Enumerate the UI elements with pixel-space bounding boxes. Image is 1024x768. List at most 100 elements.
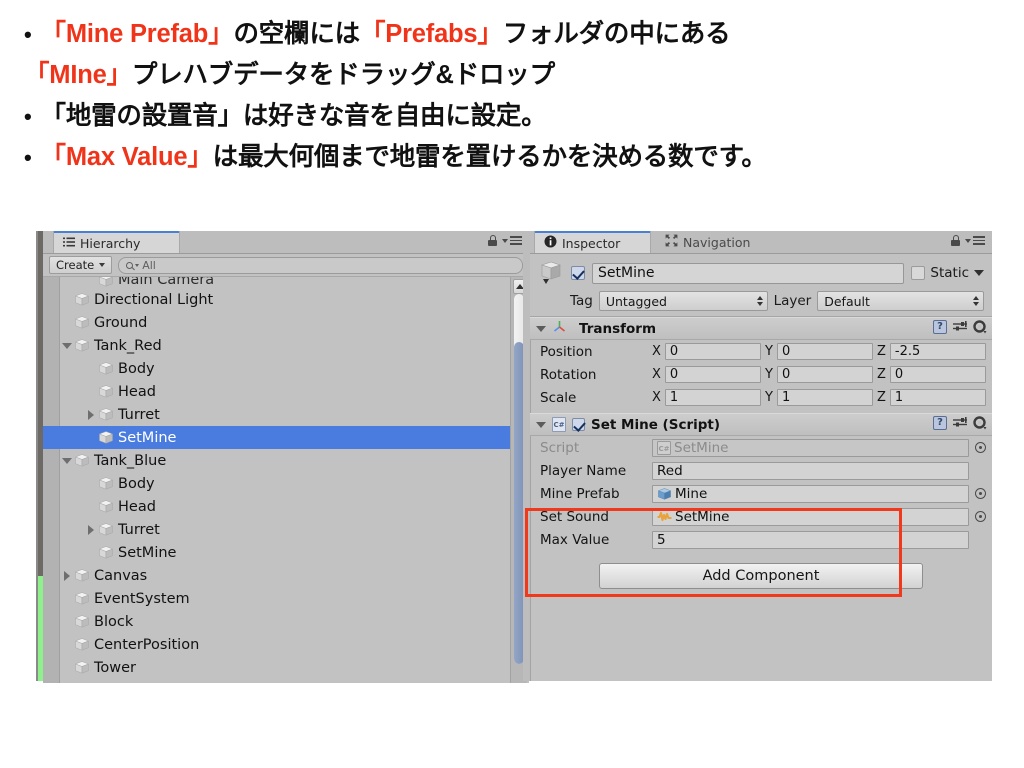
add-component-label: Add Component: [702, 568, 820, 584]
gear-icon[interactable]: [973, 416, 987, 430]
static-checkbox[interactable]: [911, 266, 926, 280]
list-item[interactable]: Head: [60, 495, 507, 518]
preset-icon[interactable]: [953, 320, 967, 334]
gameobject-name-input[interactable]: SetMine: [592, 262, 905, 284]
list-item[interactable]: Body: [60, 472, 507, 495]
list-item[interactable]: Turret: [60, 518, 507, 541]
list-item[interactable]: Directional Light: [60, 288, 507, 311]
text-input-player-name[interactable]: Red: [652, 461, 969, 480]
list-item[interactable]: Canvas: [60, 564, 507, 587]
list-item[interactable]: Ground: [60, 311, 507, 334]
lock-icon[interactable]: [951, 235, 960, 246]
list-item[interactable]: EventSystem: [60, 587, 507, 610]
object-field-mine-prefab[interactable]: Mine: [652, 484, 969, 503]
number-input-x[interactable]: 0: [664, 343, 761, 360]
gameobject-cube-icon: [74, 315, 90, 330]
static-control[interactable]: Static: [911, 265, 984, 281]
tab-hierarchy[interactable]: Hierarchy: [53, 231, 180, 253]
gameobject-cube-icon: [538, 260, 564, 286]
number-input-y[interactable]: 0: [776, 343, 874, 360]
number-input-x[interactable]: 1: [664, 389, 761, 406]
hierarchy-icon: [63, 236, 75, 251]
gear-icon[interactable]: [973, 320, 987, 334]
number-input-z[interactable]: 1: [889, 389, 986, 406]
disclosure-triangle-icon[interactable]: [536, 421, 546, 428]
list-item[interactable]: Tank_Red: [60, 334, 507, 357]
chevron-down-icon[interactable]: [974, 270, 984, 276]
csharp-script-icon: C#: [552, 417, 566, 432]
tag-dropdown[interactable]: Untagged: [598, 291, 768, 311]
list-item-label: Turret: [118, 521, 160, 538]
panel-menu-icon[interactable]: [502, 236, 522, 245]
component-header-setmine[interactable]: C# Set Mine (Script) ?: [530, 413, 992, 436]
layer-value: Default: [824, 293, 870, 309]
list-item-partial[interactable]: Main Camera: [60, 277, 507, 288]
property-label: Rotation: [540, 366, 597, 383]
panel-menu-icon[interactable]: [965, 236, 985, 245]
search-input[interactable]: All: [118, 256, 523, 274]
object-field-script[interactable]: C# SetMine: [652, 438, 969, 457]
transform-row-rotation: Rotation X 0 Y 0 Z 0: [530, 363, 992, 386]
number-input-y[interactable]: 0: [776, 366, 874, 383]
list-item-label: Directional Light: [94, 291, 214, 308]
list-item[interactable]: SetMine: [60, 541, 507, 564]
gameobject-cube-icon: [98, 277, 114, 288]
list-item[interactable]: Block: [60, 610, 507, 633]
tab-hierarchy-label: Hierarchy: [80, 235, 141, 251]
preset-icon[interactable]: [953, 416, 967, 430]
list-item[interactable]: Turret: [60, 403, 507, 426]
text-input-max-value[interactable]: 5: [652, 530, 969, 549]
tab-inspector[interactable]: Inspector: [534, 231, 651, 253]
disclosure-triangle-icon[interactable]: [536, 325, 546, 332]
component-header-icons: ?: [933, 416, 987, 430]
layer-dropdown[interactable]: Default: [817, 291, 984, 311]
disclosure-triangle-down-icon[interactable]: [60, 342, 74, 349]
list-item[interactable]: CenterPosition: [60, 633, 507, 656]
number-value: 1: [781, 390, 791, 405]
list-item[interactable]: Head: [60, 380, 507, 403]
tab-navigation[interactable]: Navigation: [656, 231, 781, 253]
disclosure-triangle-right-icon[interactable]: [84, 524, 98, 535]
axis-label-x: X: [652, 390, 661, 405]
help-icon[interactable]: ?: [933, 416, 947, 430]
vector3-field: X 0 Y 0 Z -2.5: [652, 343, 986, 360]
object-picker-icon[interactable]: [975, 442, 986, 453]
hierarchy-toolbar: Create All: [43, 254, 529, 277]
axis-label-y: Y: [764, 390, 773, 405]
object-picker-icon[interactable]: [975, 511, 986, 522]
hierarchy-tree-gutter: [43, 277, 60, 683]
number-input-y[interactable]: 1: [776, 389, 874, 406]
list-item-label: Block: [94, 613, 134, 630]
list-item-selected[interactable]: SetMine: [43, 426, 529, 449]
axis-label-x: X: [652, 367, 661, 382]
help-icon[interactable]: ?: [933, 320, 947, 334]
object-picker-icon[interactable]: [975, 488, 986, 499]
add-component-button[interactable]: Add Component: [599, 563, 923, 589]
transform-properties: Position X 0 Y 0 Z -2.5 Rotation X 0 Y 0 Z 0 Scale X 1 Y 1…: [530, 340, 992, 409]
bullet-2-seg-1: 「MIne」: [24, 61, 132, 89]
disclosure-triangle-down-icon[interactable]: [60, 457, 74, 464]
bullet-4-seg-1: 「Max Value」: [40, 143, 213, 171]
component-header-transform[interactable]: Transform ?: [530, 317, 992, 340]
gameobject-enabled-checkbox[interactable]: [571, 266, 585, 280]
script-row-set-sound: Set Sound SetMine: [530, 505, 992, 528]
list-item[interactable]: Tank_Blue: [60, 449, 507, 472]
number-input-z[interactable]: 0: [889, 366, 986, 383]
gameobject-cube-icon: [98, 430, 114, 445]
number-input-z[interactable]: -2.5: [889, 343, 986, 360]
list-item-label: Main Camera: [118, 277, 215, 288]
bullet-2-seg-2: プレハブデータをドラッグ&ドロップ: [131, 61, 555, 89]
lock-icon[interactable]: [488, 235, 497, 246]
axis-label-y: Y: [764, 367, 773, 382]
number-input-x[interactable]: 0: [664, 366, 761, 383]
list-item[interactable]: Tower: [60, 656, 507, 679]
static-label: Static: [930, 265, 969, 281]
component-enabled-checkbox[interactable]: [572, 418, 585, 431]
setmine-properties: Script C# SetMine Player Name Red Mine Prefab…: [530, 436, 992, 551]
disclosure-triangle-right-icon[interactable]: [84, 409, 98, 420]
csharp-script-icon: C#: [657, 440, 671, 455]
list-item[interactable]: Body: [60, 357, 507, 380]
create-button[interactable]: Create: [49, 256, 113, 274]
disclosure-triangle-right-icon[interactable]: [60, 570, 74, 581]
object-field-set-sound[interactable]: SetMine: [652, 507, 969, 526]
